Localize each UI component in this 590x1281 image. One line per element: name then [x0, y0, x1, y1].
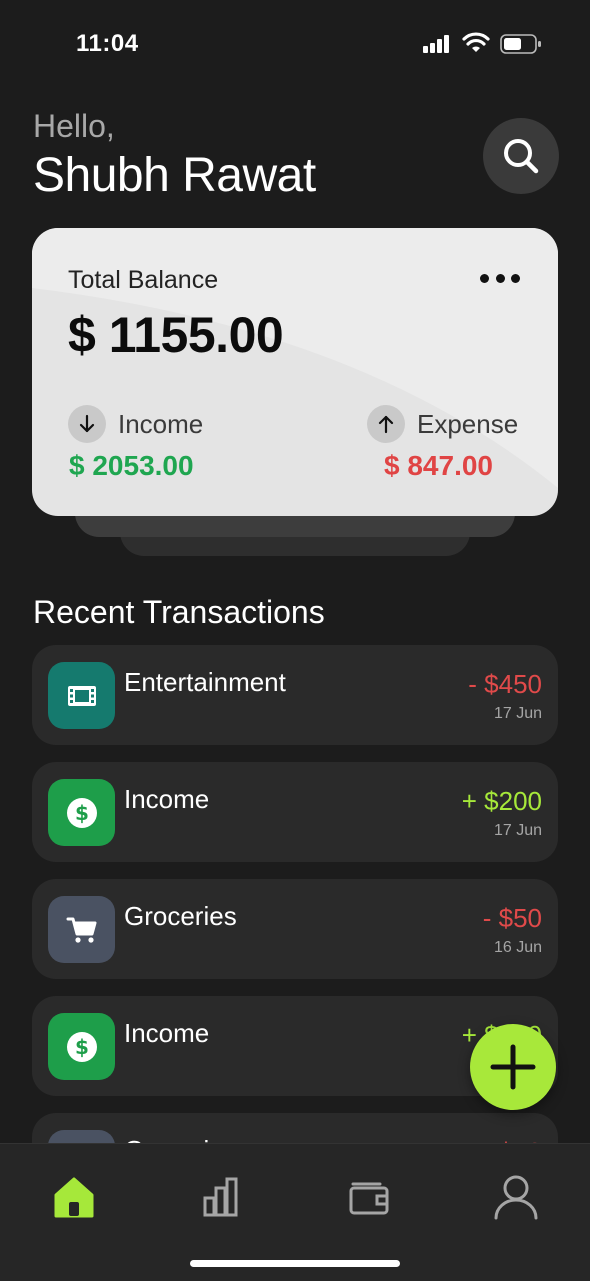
- total-balance-label: Total Balance: [68, 266, 219, 294]
- income-label: Income: [118, 409, 204, 439]
- svg-text:$: $: [75, 1035, 89, 1059]
- transaction-row[interactable]: $ Income + $200 17 Jun: [32, 762, 558, 862]
- nav-statistics[interactable]: [197, 1174, 245, 1220]
- transaction-amount: - $450: [468, 669, 542, 699]
- add-transaction-button[interactable]: [470, 1024, 556, 1110]
- nav-wallet[interactable]: [345, 1174, 393, 1220]
- more-dot-icon: [480, 273, 489, 283]
- transaction-row[interactable]: Entertainment - $450 17 Jun: [32, 645, 558, 745]
- transaction-amount: + $200: [461, 786, 542, 816]
- nav-home[interactable]: [50, 1174, 98, 1220]
- wallet-icon: [349, 1182, 389, 1215]
- transaction-name: Income: [124, 784, 210, 814]
- search-button[interactable]: [483, 118, 559, 194]
- dollar-icon: $: [48, 779, 115, 846]
- transaction-name: Groceries: [124, 901, 237, 931]
- transaction-amount: - $50: [482, 903, 542, 933]
- transaction-date: 17 Jun: [493, 822, 542, 839]
- transaction-row[interactable]: Groceries - $50 16 Jun: [32, 879, 558, 979]
- battery-icon: [500, 34, 541, 54]
- profile-icon: [494, 1175, 538, 1220]
- search-icon: [504, 139, 539, 174]
- home-indicator[interactable]: [190, 1260, 400, 1267]
- more-dot-icon: [511, 273, 520, 283]
- more-dot-icon: [495, 273, 505, 283]
- chart-icon: [203, 1177, 238, 1217]
- svg-text:$: $: [75, 801, 89, 825]
- home-icon: [54, 1177, 94, 1218]
- balance-card[interactable]: Total Balance $ 1155.00 Income $ 2053.00…: [32, 228, 558, 516]
- user-name: Shubh Rawat: [33, 149, 316, 202]
- cellular-signal-icon: [423, 35, 449, 53]
- arrow-down-icon: [68, 405, 106, 443]
- transaction-name: Income: [124, 1018, 210, 1048]
- transaction-name: Entertainment: [124, 667, 286, 697]
- expense-amount: $ 847.00: [384, 450, 493, 481]
- cart-icon: [48, 896, 115, 963]
- transaction-date: 16 Jun: [493, 939, 542, 956]
- nav-profile[interactable]: [492, 1174, 540, 1220]
- arrow-up-icon: [367, 405, 405, 443]
- film-icon: [48, 662, 115, 729]
- dollar-icon: $: [48, 1013, 115, 1080]
- plus-icon: [490, 1044, 536, 1090]
- expense-label: Expense: [417, 409, 519, 439]
- greeting: Hello,: [33, 108, 115, 144]
- status-time: 11:04: [76, 30, 139, 57]
- more-options-button[interactable]: [480, 266, 520, 290]
- recent-transactions-title: Recent Transactions: [33, 594, 325, 630]
- total-balance-amount: $ 1155.00: [68, 307, 284, 363]
- wifi-icon: [462, 32, 490, 52]
- transaction-date: 17 Jun: [493, 705, 542, 722]
- income-amount: $ 2053.00: [69, 450, 194, 481]
